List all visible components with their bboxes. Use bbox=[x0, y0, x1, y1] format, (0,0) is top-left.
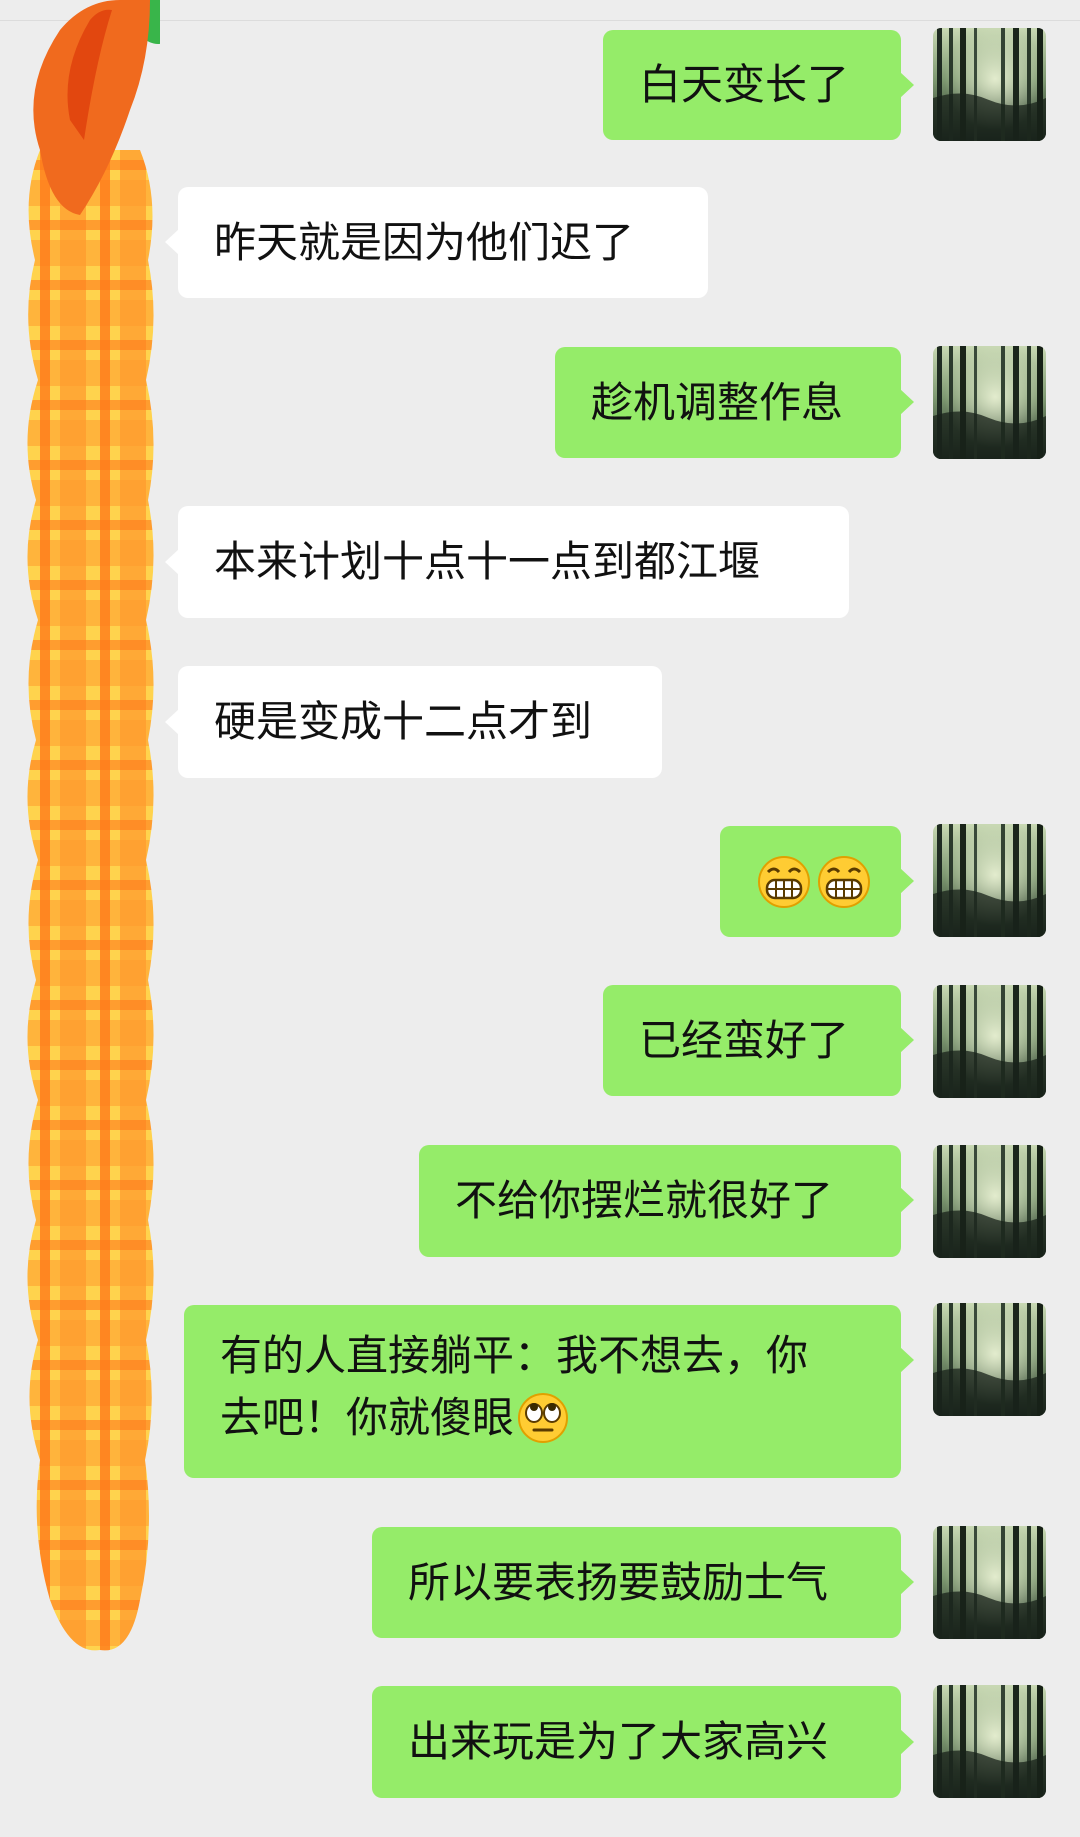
message-text-line-1: 有的人直接躺平：我不想去，你 bbox=[220, 1331, 809, 1380]
message-text: 趁机调整作息 bbox=[591, 377, 844, 427]
outgoing-bubble[interactable]: 白天变长了 bbox=[603, 30, 901, 140]
message-text: 昨天就是因为他们迟了 bbox=[214, 217, 635, 267]
incoming-bubble[interactable]: 本来计划十点十一点到都江堰 bbox=[178, 506, 849, 618]
bubble-tail bbox=[900, 72, 914, 98]
plaid-carrot-sticker-icon bbox=[27, 0, 180, 1651]
outgoing-bubble[interactable]: 已经蛮好了 bbox=[603, 985, 901, 1096]
bubble-tail bbox=[900, 1027, 914, 1053]
bubble-tail bbox=[165, 229, 179, 255]
bamboo-forest-avatar-icon[interactable] bbox=[933, 1685, 1046, 1798]
grin-emoji-icon bbox=[818, 855, 870, 908]
bubble-tail bbox=[900, 389, 914, 415]
outgoing-bubble[interactable]: 趁机调整作息 bbox=[555, 347, 901, 458]
bamboo-forest-avatar-icon[interactable] bbox=[933, 346, 1046, 459]
message-text: 硬是变成十二点才到 bbox=[214, 697, 593, 746]
eye-roll-emoji-icon bbox=[518, 1393, 569, 1443]
grin-emoji-icon bbox=[758, 855, 810, 908]
outgoing-bubble[interactable]: 不给你摆烂就很好了 bbox=[419, 1145, 901, 1257]
bamboo-forest-avatar-icon[interactable] bbox=[933, 1145, 1046, 1258]
bubble-tail bbox=[165, 709, 179, 735]
message-text-line-2: 去吧！你就傻眼 bbox=[220, 1393, 515, 1442]
bubble-tail bbox=[900, 1729, 914, 1755]
message-text: 不给你摆烂就很好了 bbox=[455, 1176, 834, 1225]
incoming-bubble[interactable]: 昨天就是因为他们迟了 bbox=[178, 187, 708, 298]
outgoing-bubble[interactable]: 有的人直接躺平：我不想去，你 去吧！你就傻眼 bbox=[184, 1305, 901, 1478]
bubble-tail bbox=[900, 1569, 914, 1595]
bamboo-forest-avatar-icon[interactable] bbox=[933, 1526, 1046, 1639]
message-text: 已经蛮好了 bbox=[639, 1015, 850, 1065]
outgoing-bubble[interactable]: 所以要表扬要鼓励士气 bbox=[372, 1527, 901, 1638]
bubble-tail bbox=[165, 549, 179, 575]
bubble-tail bbox=[900, 868, 914, 894]
bamboo-forest-avatar-icon[interactable] bbox=[933, 28, 1046, 141]
bubble-tail bbox=[900, 1347, 914, 1373]
outgoing-bubble[interactable]: 出来玩是为了大家高兴 bbox=[372, 1686, 901, 1798]
outgoing-bubble[interactable] bbox=[720, 826, 901, 937]
top-divider bbox=[0, 20, 1080, 21]
message-text: 白天变长了 bbox=[639, 60, 850, 109]
message-text: 出来玩是为了大家高兴 bbox=[408, 1717, 829, 1766]
message-text: 本来计划十点十一点到都江堰 bbox=[214, 537, 761, 586]
bamboo-forest-avatar-icon[interactable] bbox=[933, 1303, 1046, 1416]
message-text: 所以要表扬要鼓励士气 bbox=[408, 1557, 829, 1607]
incoming-bubble[interactable]: 硬是变成十二点才到 bbox=[178, 666, 662, 778]
sender-avatar[interactable] bbox=[0, 0, 180, 1660]
message-text-line-2-row: 去吧！你就傻眼 bbox=[220, 1387, 570, 1449]
bamboo-forest-avatar-icon[interactable] bbox=[933, 985, 1046, 1098]
bubble-tail bbox=[900, 1187, 914, 1213]
bamboo-forest-avatar-icon[interactable] bbox=[933, 824, 1046, 937]
